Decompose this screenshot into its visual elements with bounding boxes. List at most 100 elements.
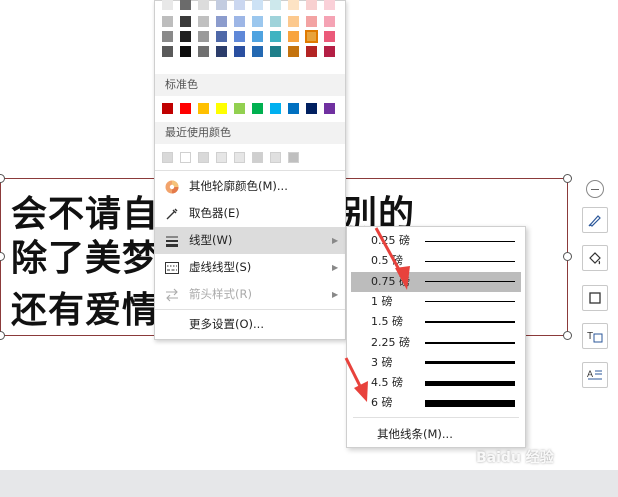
- resize-handle-bottom-right[interactable]: [563, 331, 572, 340]
- recent-color-swatch[interactable]: [180, 152, 191, 163]
- standard-color-swatch[interactable]: [180, 103, 191, 114]
- theme-color-swatch[interactable]: [288, 0, 299, 10]
- standard-color-swatch[interactable]: [324, 103, 335, 114]
- line-weight-option[interactable]: 6 磅: [351, 393, 521, 413]
- theme-color-swatch-selected[interactable]: [305, 30, 318, 43]
- standard-color-swatch[interactable]: [288, 103, 299, 114]
- theme-color-swatch[interactable]: [252, 46, 263, 57]
- line-weight-option[interactable]: 1 磅: [351, 292, 521, 312]
- theme-color-swatch[interactable]: [288, 46, 299, 57]
- submenu-arrow-icon: ▶: [332, 290, 339, 299]
- submenu-arrow-icon: ▶: [332, 263, 339, 272]
- submenu-arrow-icon: ▶: [332, 236, 339, 245]
- standard-color-swatch[interactable]: [306, 103, 317, 114]
- line-weight-option[interactable]: 0.5 磅: [351, 251, 521, 271]
- line-weight-label: 4.5 磅: [371, 376, 403, 390]
- outline-button[interactable]: [582, 285, 608, 311]
- recent-color-swatch[interactable]: [234, 152, 245, 163]
- theme-color-swatch[interactable]: [234, 16, 245, 27]
- theme-color-swatch[interactable]: [252, 31, 263, 42]
- theme-color-swatch[interactable]: [270, 16, 281, 27]
- line-weight-sample: [425, 380, 515, 386]
- recent-color-swatch[interactable]: [270, 152, 281, 163]
- line-type-item[interactable]: 线型(W) ▶: [155, 227, 345, 254]
- theme-color-swatch[interactable]: [324, 16, 335, 27]
- standard-color-swatch[interactable]: [198, 103, 209, 114]
- standard-colors-heading: 标准色: [155, 74, 345, 96]
- theme-color-swatch[interactable]: [162, 31, 173, 42]
- text-wrap-button[interactable]: A: [582, 362, 608, 388]
- line-weight-option[interactable]: 2.25 磅: [351, 333, 521, 353]
- recent-color-swatch[interactable]: [162, 152, 173, 163]
- text-box-icon: T: [587, 331, 603, 343]
- standard-color-swatch[interactable]: [252, 103, 263, 114]
- theme-color-swatch[interactable]: [252, 16, 263, 27]
- line-weight-label: 1.5 磅: [371, 315, 403, 329]
- theme-color-swatch[interactable]: [198, 0, 209, 10]
- theme-color-swatch[interactable]: [234, 0, 245, 10]
- theme-color-swatch[interactable]: [216, 16, 227, 27]
- dash-type-item[interactable]: 虚线线型(S) ▶: [155, 254, 345, 281]
- theme-color-swatch[interactable]: [216, 46, 227, 57]
- svg-text:A: A: [587, 369, 593, 379]
- theme-color-swatch[interactable]: [252, 0, 263, 10]
- recent-color-swatch[interactable]: [198, 152, 209, 163]
- theme-color-swatch[interactable]: [180, 46, 191, 57]
- brush-style-button[interactable]: [582, 207, 608, 233]
- line-weight-option[interactable]: 4.5 磅: [351, 373, 521, 393]
- line-weight-option[interactable]: 3 磅: [351, 353, 521, 373]
- fill-button[interactable]: [582, 245, 608, 271]
- arrow-style-item: 箭头样式(R) ▶: [155, 281, 345, 308]
- collapse-icon[interactable]: [586, 180, 604, 198]
- line-weight-option[interactable]: 0.75 磅: [351, 271, 521, 292]
- standard-color-swatch[interactable]: [234, 103, 245, 114]
- theme-color-swatch[interactable]: [216, 0, 227, 10]
- theme-color-swatch[interactable]: [198, 16, 209, 27]
- text-box-button[interactable]: T: [582, 323, 608, 349]
- theme-color-swatch[interactable]: [162, 0, 173, 10]
- eyedropper-icon: [166, 208, 178, 220]
- standard-color-swatch[interactable]: [270, 103, 281, 114]
- line-weight-sample: [425, 260, 515, 262]
- resize-handle-middle-right[interactable]: [563, 252, 572, 261]
- more-lines-item[interactable]: 其他线条(M)...: [377, 426, 453, 442]
- recent-color-swatch[interactable]: [252, 152, 263, 163]
- color-wheel-icon: [165, 180, 179, 194]
- theme-color-swatch[interactable]: [162, 46, 173, 57]
- outline-icon: [589, 292, 601, 304]
- theme-color-swatch[interactable]: [180, 0, 191, 10]
- theme-color-swatch[interactable]: [234, 31, 245, 42]
- theme-color-swatch[interactable]: [234, 46, 245, 57]
- theme-color-swatch[interactable]: [306, 0, 317, 10]
- theme-color-swatch[interactable]: [288, 31, 299, 42]
- more-settings-item[interactable]: 更多设置(O)...: [155, 311, 345, 338]
- recent-colors-heading: 最近使用颜色: [155, 122, 345, 144]
- menu-divider: [155, 170, 345, 171]
- line-weight-option[interactable]: 0.25 磅: [351, 231, 521, 251]
- eyedropper-item[interactable]: 取色器(E): [155, 200, 345, 227]
- theme-color-swatch[interactable]: [306, 46, 317, 57]
- more-outline-colors-item[interactable]: 其他轮廓颜色(M)...: [155, 173, 345, 200]
- theme-color-swatch[interactable]: [198, 46, 209, 57]
- theme-color-swatch[interactable]: [324, 0, 335, 10]
- theme-color-swatch[interactable]: [270, 46, 281, 57]
- theme-color-swatch[interactable]: [324, 31, 335, 42]
- theme-color-swatch[interactable]: [162, 16, 173, 27]
- theme-color-swatch[interactable]: [180, 31, 191, 42]
- line-weight-label: 3 磅: [371, 355, 393, 369]
- theme-color-swatch[interactable]: [216, 31, 227, 42]
- line-weight-option[interactable]: 1.5 磅: [351, 312, 521, 332]
- theme-color-swatch[interactable]: [288, 16, 299, 27]
- theme-color-swatch[interactable]: [324, 46, 335, 57]
- eyedropper-label: 取色器(E): [189, 206, 240, 220]
- theme-color-swatch[interactable]: [270, 0, 281, 10]
- theme-color-swatch[interactable]: [198, 31, 209, 42]
- recent-color-swatch[interactable]: [288, 152, 299, 163]
- theme-color-swatch[interactable]: [270, 31, 281, 42]
- standard-color-swatch[interactable]: [162, 103, 173, 114]
- standard-color-swatch[interactable]: [216, 103, 227, 114]
- recent-color-swatch[interactable]: [216, 152, 227, 163]
- resize-handle-top-right[interactable]: [563, 174, 572, 183]
- theme-color-swatch[interactable]: [180, 16, 191, 27]
- theme-color-swatch[interactable]: [306, 16, 317, 27]
